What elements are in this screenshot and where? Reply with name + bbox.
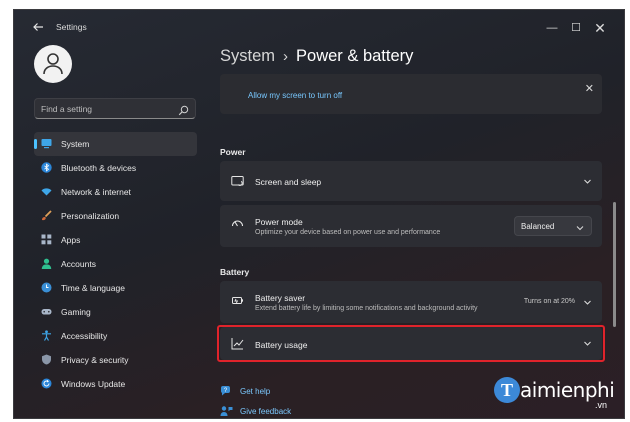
battery-saver-card[interactable]: Battery saver Extend battery life by lim… (220, 281, 602, 323)
maximize-button[interactable]: ☐ (564, 17, 588, 39)
main-content: Allow my screen to turn off ✕ Power Scre… (217, 74, 605, 418)
power-mode-description: Optimize your device based on power use … (255, 229, 441, 236)
wifi-icon (41, 188, 52, 196)
close-window-button[interactable]: ✕ (588, 17, 612, 39)
power-mode-value: Balanced (521, 222, 555, 231)
bluetooth-icon (41, 162, 52, 173)
battery-section-heading: Battery (220, 267, 250, 277)
sidebar-item-windows-update[interactable]: Windows Update (34, 372, 197, 396)
sidebar-item-label: Windows Update (61, 379, 126, 389)
give-feedback-link[interactable]: Give feedback (220, 404, 320, 418)
breadcrumb: System › Power & battery (220, 47, 413, 66)
power-mode-title: Power mode (255, 217, 303, 227)
power-section-heading: Power (220, 147, 246, 157)
sidebar-item-apps[interactable]: Apps (34, 228, 197, 252)
sidebar-item-label: Personalization (61, 211, 120, 221)
sidebar-item-gaming[interactable]: Gaming (34, 300, 197, 324)
power-mode-dropdown[interactable]: Balanced (514, 216, 592, 236)
battery-usage-highlight (217, 325, 605, 362)
battery-saver-icon (232, 297, 243, 304)
screen-sleep-card[interactable]: Screen and sleep (220, 161, 602, 201)
accessibility-icon (42, 330, 51, 341)
battery-saver-title: Battery saver (255, 293, 306, 303)
sidebar-item-personalization[interactable]: Personalization (34, 204, 197, 228)
globe-clock-icon (41, 282, 52, 293)
sidebar-item-network[interactable]: Network & internet (34, 180, 197, 204)
battery-saver-status: Turns on at 20% (523, 298, 575, 305)
watermark-suffix: .vn (595, 400, 608, 410)
watermark-text: aimienphi (520, 378, 615, 402)
breadcrumb-separator: › (283, 48, 289, 65)
chevron-down-icon[interactable] (583, 177, 592, 186)
app-title: Settings (56, 22, 87, 32)
sidebar-item-label: Accessibility (61, 331, 108, 341)
page-title: Power & battery (296, 47, 414, 65)
sidebar-item-privacy[interactable]: Privacy & security (34, 348, 197, 372)
breadcrumb-parent[interactable]: System (220, 47, 275, 65)
sidebar-item-label: Apps (61, 235, 81, 245)
sidebar-item-bluetooth[interactable]: Bluetooth & devices (34, 156, 197, 180)
user-icon (43, 53, 63, 75)
power-mode-card: Power mode Optimize your device based on… (220, 205, 602, 247)
sidebar-item-label: Accounts (61, 259, 96, 269)
minimize-button[interactable]: — (540, 17, 564, 39)
search-box[interactable] (34, 98, 196, 119)
search-icon[interactable] (178, 103, 189, 121)
chevron-down-icon (576, 226, 584, 231)
scrollbar[interactable] (613, 202, 616, 327)
screen-sleep-title: Screen and sleep (255, 177, 322, 187)
sidebar-item-label: Privacy & security (61, 355, 129, 365)
display-icon (41, 139, 52, 149)
search-input[interactable] (41, 102, 171, 116)
sidebar-item-label: Network & internet (61, 187, 131, 197)
allow-screen-off-link[interactable]: Allow my screen to turn off (248, 91, 342, 100)
help-icon: ? (220, 386, 230, 396)
feedback-icon (220, 406, 233, 416)
give-feedback-label: Give feedback (240, 407, 292, 416)
back-arrow-icon[interactable] (32, 21, 46, 35)
sidebar-item-accessibility[interactable]: Accessibility (34, 324, 197, 348)
shield-icon (42, 354, 51, 365)
sidebar-item-time-language[interactable]: Time & language (34, 276, 197, 300)
person-icon (41, 258, 52, 269)
sidebar-item-system[interactable]: System (34, 132, 197, 156)
watermark-logo: T aimienphi .vn (494, 374, 624, 414)
chevron-down-icon[interactable] (583, 298, 592, 307)
screen-off-card: Allow my screen to turn off ✕ (220, 74, 602, 114)
battery-saver-description: Extend battery life by limiting some not… (255, 305, 478, 312)
sidebar-item-label: Time & language (61, 283, 125, 293)
sidebar-item-label: Gaming (61, 307, 91, 317)
avatar[interactable] (34, 45, 72, 83)
apps-icon (41, 234, 52, 245)
settings-window: Settings — ☐ ✕ System Bluetooth & device… (13, 9, 625, 419)
update-icon (41, 378, 52, 389)
sidebar-item-accounts[interactable]: Accounts (34, 252, 197, 276)
sidebar-nav: System Bluetooth & devices Network & int… (34, 132, 197, 396)
gamepad-icon (41, 309, 52, 315)
title-bar: Settings — ☐ ✕ (14, 10, 624, 46)
sidebar-item-label: Bluetooth & devices (61, 163, 137, 173)
close-icon[interactable]: ✕ (585, 82, 594, 95)
sidebar-item-label: System (61, 139, 90, 149)
get-help-link[interactable]: ? Get help (220, 384, 300, 400)
brush-icon (42, 210, 52, 221)
screen-sleep-icon (231, 176, 244, 186)
watermark-letter: T (494, 377, 520, 403)
power-mode-icon (231, 220, 244, 227)
get-help-label: Get help (240, 387, 271, 396)
